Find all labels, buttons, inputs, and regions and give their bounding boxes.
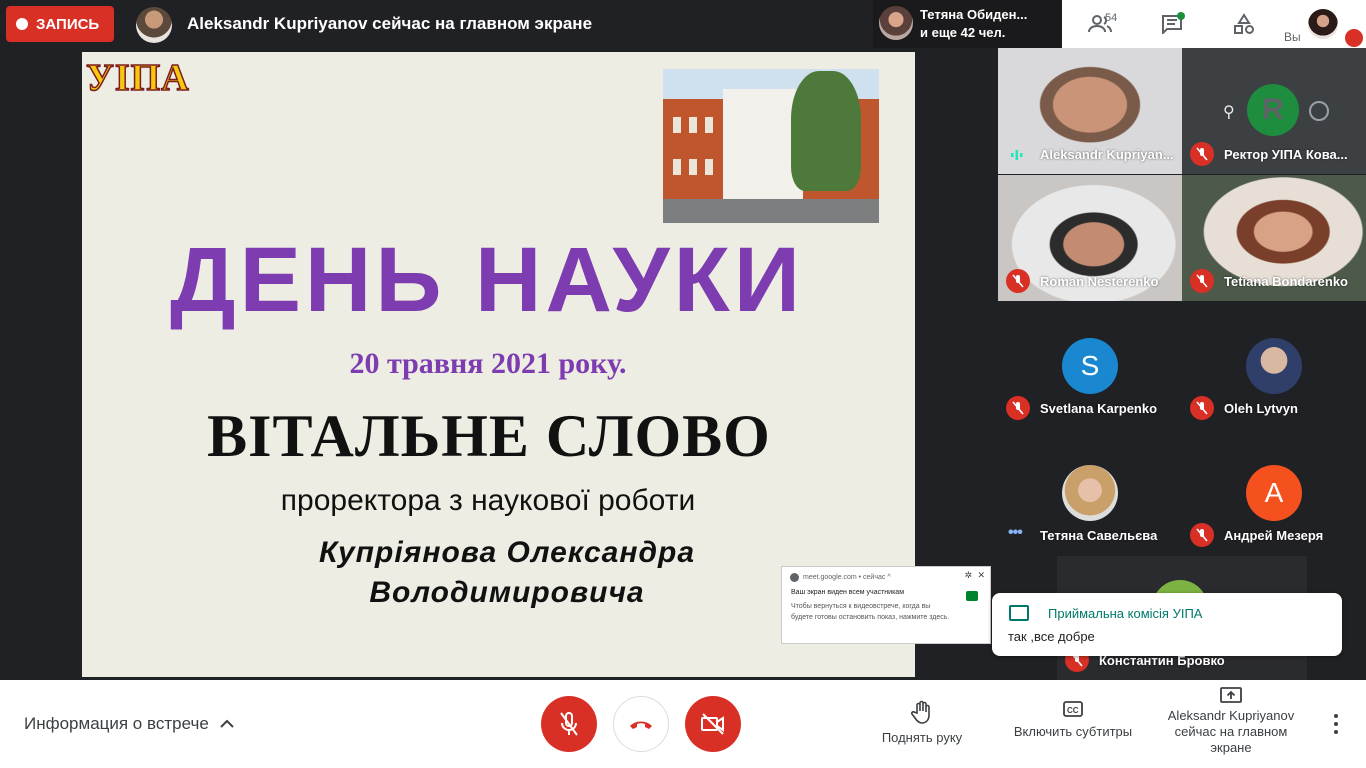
record-dot-icon xyxy=(16,18,28,30)
participant-tile[interactable]: ••• Тетяна Савельєва xyxy=(998,429,1182,555)
participant-tile[interactable]: Tetiana Bondarenko xyxy=(1182,175,1366,301)
participant-name: Ректор УІПА Кова... xyxy=(1224,147,1348,162)
you-label: Вы xyxy=(1284,30,1301,44)
participant-avatar: R xyxy=(1247,84,1299,136)
participant-tile[interactable]: Aleksandr Kupriyan... xyxy=(998,48,1182,174)
screen-share-notification[interactable]: meet.google.com • сейчас ^ ✲ ✕ Ваш экран… xyxy=(781,566,991,644)
presenter-status: Aleksandr Kupriyanov сейчас на главном э… xyxy=(187,14,593,33)
present-status-button[interactable]: Aleksandr Kupriyanov сейчас на главном э… xyxy=(1160,686,1302,756)
slide-logo: УІПА xyxy=(85,56,190,100)
slide-date: 20 травня 2021 року. xyxy=(349,347,627,380)
present-label-line1: Aleksandr Kupriyanov xyxy=(1167,708,1295,723)
participant-tile[interactable]: А Андрей Мезеря xyxy=(1182,429,1366,555)
meeting-info-button[interactable]: Информация о встрече xyxy=(24,714,235,734)
mic-off-icon xyxy=(1006,396,1030,420)
gear-icon[interactable]: ✲ xyxy=(964,570,972,581)
participant-tile[interactable]: Oleh Lytvyn xyxy=(1182,302,1366,428)
participant-avatar: S xyxy=(1062,338,1118,394)
raise-hand-button[interactable]: Поднять руку xyxy=(870,700,974,745)
people-count: 54 xyxy=(1105,12,1118,24)
activities-button[interactable] xyxy=(1224,0,1264,48)
notification-title: Ваш экран виден всем участникам xyxy=(791,589,905,596)
more-options-icon[interactable] xyxy=(1330,714,1342,738)
tile-hover-controls: ⚲ R xyxy=(1209,84,1341,136)
present-screen-icon xyxy=(1220,687,1242,703)
recording-label: ЗАПИСЬ xyxy=(36,15,100,33)
chat-icon xyxy=(1009,605,1029,621)
chat-message: так ,все добре xyxy=(1008,629,1095,644)
chat-unread-dot xyxy=(1177,12,1185,20)
meet-icon xyxy=(966,591,978,601)
hang-up-icon xyxy=(630,721,652,729)
participant-name: Roman Nesterenko xyxy=(1040,274,1159,289)
recording-button[interactable]: ЗАПИСЬ xyxy=(6,6,114,42)
hand-icon xyxy=(911,700,930,724)
viewers-summary[interactable]: Тетяна Обиден... и еще 42 чел. xyxy=(873,0,1061,48)
present-label-line3: экране xyxy=(1210,740,1252,755)
mic-toggle-button[interactable] xyxy=(541,696,597,752)
captions-icon: CC xyxy=(1063,701,1083,717)
people-button[interactable] xyxy=(1080,0,1120,48)
top-bar: ЗАПИСЬ Aleksandr Kupriyanov сейчас на гл… xyxy=(0,0,1366,48)
notification-body: Чтобы вернуться к видеовстрече, когда вы… xyxy=(791,603,950,621)
mic-off-icon xyxy=(1190,396,1214,420)
viewer-name: Тетяна Обиден... xyxy=(920,7,1028,22)
chat-notification[interactable]: Приймальна комісія УІПА так ,все добре xyxy=(992,593,1342,656)
mic-off-icon xyxy=(560,712,578,736)
slide-building-photo xyxy=(663,69,879,223)
bottom-bar: Информация о встрече Поднять руку CC Вкл… xyxy=(0,680,1366,768)
participant-name: Tetiana Bondarenko xyxy=(1224,274,1349,289)
camera-off-icon xyxy=(701,713,724,735)
mic-off-icon xyxy=(1190,142,1214,166)
shapes-icon xyxy=(1234,13,1254,34)
self-mic-off-icon xyxy=(1345,29,1363,47)
mic-off-icon xyxy=(1190,523,1214,547)
participant-name: Svetlana Karpenko xyxy=(1040,401,1158,416)
notification-site: meet.google.com • сейчас ^ xyxy=(803,574,891,581)
slide-title: ДЕНЬ НАУКИ xyxy=(170,229,804,331)
captions-label: Включить субтитры xyxy=(1013,724,1133,739)
remove-icon[interactable] xyxy=(1309,101,1329,121)
raise-hand-label: Поднять руку xyxy=(881,730,963,745)
more-icon: ••• xyxy=(1008,524,1023,541)
participant-avatar xyxy=(1246,338,1302,394)
chat-sender: Приймальна комісія УІПА xyxy=(1048,606,1203,621)
participant-avatar: А xyxy=(1246,465,1302,521)
participant-tile[interactable]: Roman Nesterenko xyxy=(998,175,1182,301)
close-icon[interactable]: ✕ xyxy=(977,570,985,581)
mic-off-icon xyxy=(1006,269,1030,293)
slide-subheading: проректора з наукової роботи xyxy=(280,484,696,517)
participant-name: Андрей Мезеря xyxy=(1224,528,1324,543)
mic-off-icon xyxy=(1190,269,1214,293)
present-label-line2: сейчас на главном xyxy=(1174,724,1288,739)
participant-tile[interactable]: S Svetlana Karpenko xyxy=(998,302,1182,428)
participant-name: Oleh Lytvyn xyxy=(1224,401,1298,416)
viewer-others: и еще 42 чел. xyxy=(920,25,1006,40)
slide-heading: ВІТАЛЬНЕ СЛОВО xyxy=(207,403,771,469)
meeting-info-label: Информация о встрече xyxy=(24,714,209,733)
captions-button[interactable]: CC Включить субтитры xyxy=(1002,700,1144,739)
chevron-up-icon xyxy=(220,719,234,728)
camera-toggle-button[interactable] xyxy=(685,696,741,752)
chat-button[interactable] xyxy=(1152,0,1192,48)
presenter-avatar xyxy=(136,7,172,43)
self-avatar[interactable] xyxy=(1308,9,1338,39)
participant-name: Тетяна Савельєва xyxy=(1040,528,1158,543)
leave-call-button[interactable] xyxy=(613,696,669,752)
site-icon xyxy=(790,573,799,582)
participant-avatar xyxy=(1062,465,1118,521)
viewer-avatar xyxy=(879,6,913,40)
speaking-indicator-icon xyxy=(1011,150,1023,160)
svg-text:CC: CC xyxy=(1067,706,1079,715)
participant-name: Aleksandr Kupriyan... xyxy=(1040,147,1174,162)
pin-icon[interactable]: ⚲ xyxy=(1223,102,1235,122)
